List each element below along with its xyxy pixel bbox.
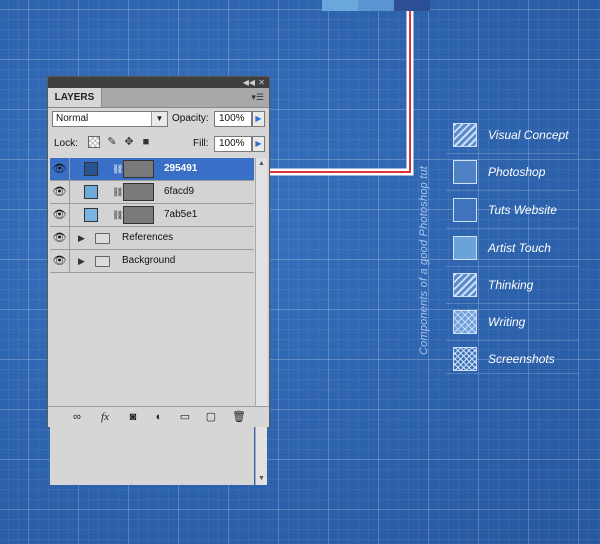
link-icon: ⛓ (112, 164, 124, 174)
legend-label: Tuts Website (488, 203, 557, 217)
layers-scrollbar[interactable]: ▲ ▼ (255, 158, 267, 485)
legend-divider (446, 228, 578, 229)
panel-titlebar[interactable]: ◀◀ ✕ (48, 77, 269, 88)
eye-icon[interactable]: 👁 (50, 158, 70, 180)
fill-arrow-icon[interactable]: ▶ (252, 136, 265, 152)
eye-icon[interactable]: 👁 (50, 204, 70, 226)
legend-divider (446, 373, 578, 374)
layers-list: 👁 ⛓ 295491 👁 ⛓ 6facd9 👁 ⛓ 7ab5e1 👁 ▶ Ref… (50, 158, 254, 485)
legend-label: Visual Concept (488, 128, 569, 142)
layer-name: 6facd9 (164, 186, 195, 197)
collapse-icon[interactable]: ◀◀ (243, 77, 255, 88)
layer-name: 295491 (164, 163, 198, 174)
vertical-caption: Components of a good Photoshop tut (418, 165, 430, 355)
group-name: Background (122, 255, 176, 266)
eye-icon[interactable]: 👁 (50, 181, 70, 203)
blend-mode-select[interactable]: Normal ▼ (52, 111, 168, 127)
blend-row: Normal ▼ Opacity: 100% ▶ (48, 108, 269, 130)
legend-item-photoshop: Photoshop (453, 160, 581, 184)
layer-color-swatch (84, 185, 98, 199)
layer-mask-thumbnail[interactable] (123, 206, 154, 224)
layers-panel: ◀◀ ✕ LAYERS ▾☰ Normal ▼ Opacity: 100% ▶ … (47, 76, 270, 485)
chevron-down-icon[interactable]: ▼ (151, 112, 167, 126)
layer-row-6facd9[interactable]: 👁 ⛓ 6facd9 (50, 181, 254, 204)
eye-icon[interactable]: 👁 (50, 227, 70, 249)
group-row-background[interactable]: 👁 ▶ Background (50, 250, 254, 273)
legend-item-artist-touch: Artist Touch (453, 236, 581, 260)
lock-transparency-icon[interactable] (88, 136, 100, 148)
opacity-field[interactable]: 100% (214, 111, 252, 127)
lock-all-icon[interactable]: ■ (140, 136, 152, 148)
lock-label: Lock: (54, 138, 78, 149)
legend-divider (446, 153, 578, 154)
close-icon[interactable]: ✕ (258, 77, 265, 88)
layer-color-swatch (84, 162, 98, 176)
group-name: References (122, 232, 174, 243)
legend-label: Thinking (488, 278, 534, 292)
layer-row-295491[interactable]: 👁 ⛓ 295491 (50, 158, 254, 181)
legend-item-screenshots: Screenshots (453, 347, 581, 371)
legend-label: Artist Touch (488, 241, 551, 255)
legend-item-tuts-website: Tuts Website (453, 198, 581, 222)
layer-mask-thumbnail[interactable] (123, 183, 154, 201)
add-mask-icon[interactable]: ◙ (126, 410, 140, 424)
legend-swatch (453, 236, 477, 260)
new-layer-icon[interactable]: ▢ (204, 410, 218, 424)
tab-layers[interactable]: LAYERS (48, 88, 102, 107)
link-layers-icon[interactable]: ∞ (70, 410, 84, 424)
fill-label: Fill: (193, 138, 209, 149)
legend-label: Photoshop (488, 165, 546, 179)
layer-name: 7ab5e1 (164, 209, 198, 220)
legend-swatch (453, 160, 477, 184)
link-icon: ⛓ (112, 187, 124, 197)
folder-icon (95, 233, 110, 244)
scroll-down-icon[interactable]: ▼ (256, 473, 267, 485)
fill-field[interactable]: 100% (214, 136, 252, 152)
legend-label: Writing (488, 315, 526, 329)
legend-divider (446, 340, 578, 341)
blueprint-canvas: ◀◀ ✕ LAYERS ▾☰ Normal ▼ Opacity: 100% ▶ … (0, 0, 600, 544)
lock-brush-icon[interactable]: ✎ (106, 136, 118, 148)
panel-menu-icon[interactable]: ▾☰ (251, 92, 264, 103)
group-row-references[interactable]: 👁 ▶ References (50, 227, 254, 250)
legend-swatch (453, 310, 477, 334)
legend-label: Screenshots (488, 352, 555, 366)
opacity-label: Opacity: (172, 113, 209, 124)
legend-divider (446, 266, 578, 267)
lock-row: Lock: ✎ ✥ ■ Fill: 100% ▶ (48, 133, 269, 155)
layer-color-swatch (84, 208, 98, 222)
panel-tab-row: LAYERS ▾☰ (48, 88, 269, 108)
fx-icon[interactable]: fx (98, 410, 112, 424)
lock-move-icon[interactable]: ✥ (123, 136, 135, 148)
blend-mode-value: Normal (56, 113, 89, 124)
legend-item-visual-concept: Visual Concept (453, 123, 581, 147)
link-icon: ⛓ (112, 210, 124, 220)
legend-swatch (453, 347, 477, 371)
legend-item-writing: Writing (453, 310, 581, 334)
adjustment-layer-icon[interactable]: ◐ (152, 410, 166, 424)
legend-divider (446, 190, 578, 191)
layer-mask-thumbnail[interactable] (123, 160, 154, 178)
layer-row-7ab5e1[interactable]: 👁 ⛓ 7ab5e1 (50, 204, 254, 227)
panel-bottom-toolbar: ∞ fx ◙ ◐ ▭ ▢ 🗑 (48, 406, 269, 427)
eye-icon[interactable]: 👁 (50, 250, 70, 272)
legend-swatch (453, 273, 477, 297)
scroll-up-icon[interactable]: ▲ (256, 158, 267, 170)
legend-swatch (453, 123, 477, 147)
expand-arrow-icon[interactable]: ▶ (78, 250, 85, 272)
legend-item-thinking: Thinking (453, 273, 581, 297)
opacity-arrow-icon[interactable]: ▶ (252, 111, 265, 127)
trash-icon[interactable]: 🗑 (232, 410, 246, 424)
legend-divider (446, 303, 578, 304)
expand-arrow-icon[interactable]: ▶ (78, 227, 85, 249)
new-group-icon[interactable]: ▭ (178, 410, 192, 424)
legend-swatch (453, 198, 477, 222)
folder-icon (95, 256, 110, 267)
